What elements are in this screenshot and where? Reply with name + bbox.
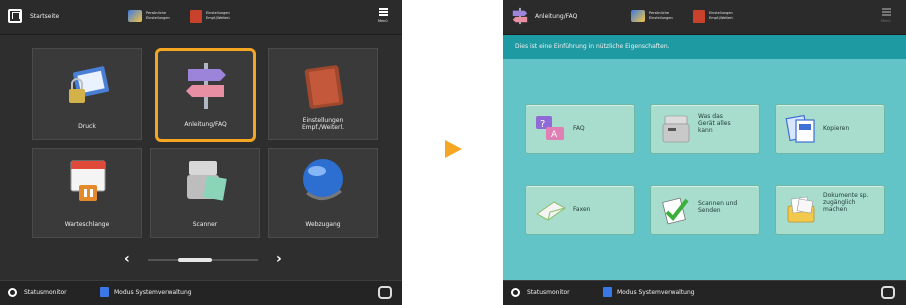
tile-warteschlange-label: Warteschlange [64,221,110,228]
guide-title: Anleitung/FAQ [535,13,578,20]
status-monitor-label-right: Statusmonitor [527,289,570,296]
menu-button[interactable]: Menü [374,6,394,28]
device-features-label: Was das Gerät alles kann [698,113,731,134]
fax-icon [536,201,566,221]
faq-button[interactable]: ? A FAQ [525,104,635,154]
home-bottom-bar: Statusmonitor Modus Systemverwaltung [0,280,402,305]
scan-send-label: Scannen und Senden [698,200,738,214]
device-icon [662,115,690,143]
faq-icon: ? A [536,116,564,140]
transition-arrow-icon [445,140,462,158]
system-mode-label-right: Modus Systemverwaltung [617,289,695,296]
globe-icon [303,159,343,200]
fax-button-label: Faxen [573,206,591,213]
prev-page-button[interactable]: ‹ [124,251,130,267]
copy-button[interactable]: Kopieren [775,104,885,154]
system-mode-button[interactable]: Modus Systemverwaltung [100,286,220,300]
guide-faq-screen: Anleitung/FAQ Persönliche Einstellungen … [503,0,906,305]
tile-scanner-label: Scanner [192,221,218,228]
tile-warteschlange[interactable]: Warteschlange [32,148,142,238]
guide-top-bar: Anleitung/FAQ Persönliche Einstellungen … [503,0,906,35]
tile-druck-label: Druck [78,123,96,130]
status-monitor-label: Statusmonitor [24,289,67,296]
network-icon[interactable] [378,286,392,299]
tile-einstellungen-empf[interactable]: Einstellungen Empf./Weiterl. [268,48,378,140]
svg-text:?: ? [540,119,545,130]
personal-settings-line1-right: Persönliche [649,11,670,15]
network-icon-right[interactable] [881,286,895,299]
personal-settings-shortcut[interactable]: Persönliche Einstellungen [128,9,186,25]
system-mode-icon [100,287,109,297]
faq-button-label: FAQ [573,125,585,132]
book-icon [304,65,344,109]
rx-settings-shortcut-right[interactable]: Einstellungen Empf./Weiterl. [693,9,751,25]
menu-icon-right [882,8,891,16]
personal-settings-shortcut-right[interactable]: Persönliche Einstellungen [631,9,689,25]
home-top-bar: Startseite Persönliche Einstellungen Ein… [0,0,402,35]
scan-send-button[interactable]: Scannen und Senden [650,185,760,235]
personal-settings-icon-right [631,10,645,22]
fax-button[interactable]: Faxen [525,185,635,235]
system-mode-label: Modus Systemverwaltung [114,289,192,296]
personal-settings-line2: Einstellungen [146,16,170,20]
signpost-icon [185,63,226,109]
printer-lock-icon [69,66,109,103]
tile-webzugang-label: Webzugang [305,221,341,228]
documents-icon [787,196,815,223]
intro-bar: Dies ist eine Einführung in nützliche Ei… [503,35,906,59]
tile-anleitung-faq-label: Anleitung/FAQ [184,121,227,128]
home-screen: Startseite Persönliche Einstellungen Ein… [0,0,402,305]
status-monitor-button[interactable]: Statusmonitor [8,286,78,300]
system-mode-icon-right [603,287,612,297]
page-indicator [148,258,258,262]
rx-settings-line2: Empf./Weiterl. [206,16,231,20]
system-mode-button-right[interactable]: Modus Systemverwaltung [603,286,723,300]
documents-access-label: Dokumente sp. zugänglich machen [823,192,869,213]
status-monitor-button-right[interactable]: Statusmonitor [511,286,581,300]
rx-settings-icon [190,10,202,23]
personal-settings-line1: Persönliche [146,11,167,15]
tile-scanner[interactable]: Scanner [150,148,260,238]
svg-text:A: A [551,130,558,140]
intro-text: Dies ist eine Einführung in nützliche Ei… [515,43,670,50]
page-indicator-current [178,258,212,262]
content-area: Dies ist eine Einführung in nützliche Ei… [503,35,906,281]
rx-settings-shortcut[interactable]: Einstellungen Empf./Weiterl. [190,9,248,25]
personal-settings-icon [128,10,142,22]
menu-label: Menü [378,19,388,23]
menu-label-right: Menü [881,19,891,23]
copy-icon [785,114,815,143]
copy-button-label: Kopieren [823,125,850,132]
status-monitor-icon-right [511,288,520,297]
personal-settings-line2-right: Einstellungen [649,16,673,20]
rx-settings-line1-right: Einstellungen [709,11,733,15]
guide-bottom-bar: Statusmonitor Modus Systemverwaltung [503,280,906,305]
scanner-icon [187,161,227,201]
next-page-button[interactable]: › [276,251,282,267]
home-title: Startseite [30,13,60,20]
tile-einstellungen-empf-label: Einstellungen Empf./Weiterl. [301,117,345,131]
menu-button-right: Menü [877,6,897,28]
home-icon[interactable] [8,9,22,23]
status-monitor-icon [8,288,17,297]
device-features-button[interactable]: Was das Gerät alles kann [650,104,760,154]
rx-settings-line2-right: Empf./Weiterl. [709,16,734,20]
tile-webzugang[interactable]: Webzugang [268,148,378,238]
calendar-queue-icon [70,160,106,201]
rx-settings-line1: Einstellungen [206,11,230,15]
documents-access-button[interactable]: Dokumente sp. zugänglich machen [775,185,885,235]
tile-anleitung-faq[interactable]: Anleitung/FAQ [155,48,256,142]
tile-druck[interactable]: Druck [32,48,142,140]
signpost-title-icon [512,7,528,25]
menu-icon [379,8,388,16]
rx-settings-icon-right [693,10,705,23]
scan-send-icon [662,197,689,225]
